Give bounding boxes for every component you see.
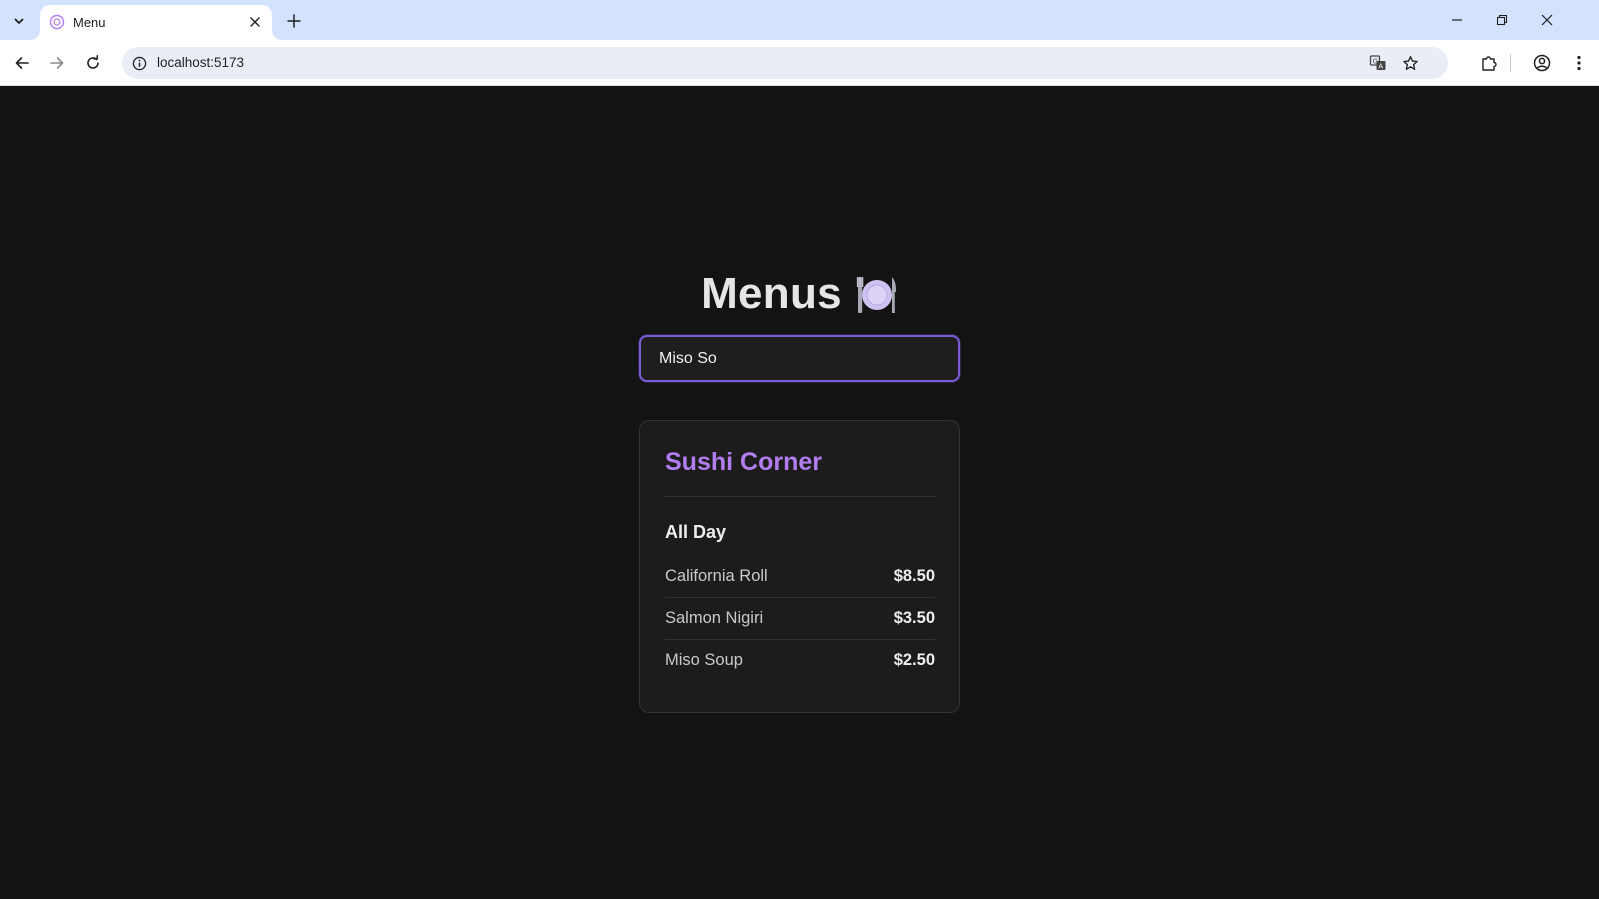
tab-strip: Menu [0,0,1599,40]
search-input[interactable] [639,335,960,382]
menu-item-name: Salmon Nigiri [665,609,764,627]
menu-item: Salmon Nigiri $3.50 [665,598,935,640]
kebab-menu-icon [1577,55,1581,71]
bookmark-button[interactable] [1398,51,1422,75]
browser-tab-active[interactable]: Menu [40,5,272,40]
reload-icon [87,55,99,69]
puzzle-icon [1482,56,1497,71]
minimize-icon [1452,19,1462,21]
svg-text:A: A [1378,63,1383,71]
profile-button[interactable] [1527,48,1557,78]
title-row: Menus [0,269,1599,319]
menu-item: California Roll $8.50 [665,556,935,598]
restore-button[interactable] [1479,0,1525,40]
minimize-button[interactable] [1434,0,1480,40]
page-title: Menus [701,269,842,318]
close-icon [250,17,260,27]
menu-item-price: $3.50 [893,609,935,627]
browser-toolbar: localhost:5173 GA [0,40,1599,86]
translate-icon: GA [1369,55,1386,71]
close-icon [1541,14,1553,26]
favicon-icon [49,14,65,30]
plate-with-cutlery-icon [856,277,896,313]
restaurant-card: Sushi Corner All Day California Roll $8.… [639,420,960,713]
menu-item-name: California Roll [665,567,768,585]
reload-button[interactable] [78,48,108,78]
address-bar[interactable]: localhost:5173 GA [122,47,1448,79]
site-info-button[interactable] [128,52,150,74]
toolbar-separator [1510,54,1511,72]
star-icon [1402,55,1418,70]
plus-icon [287,14,301,28]
url-text: localhost:5173 [157,55,245,70]
back-button[interactable] [7,48,37,78]
profile-icon [1533,54,1551,72]
close-window-button[interactable] [1524,0,1570,40]
forward-button[interactable] [42,48,72,78]
restaurant-name: Sushi Corner [665,448,822,476]
info-icon [132,56,146,70]
card-divider [665,496,935,497]
tab-search-button[interactable] [6,8,32,34]
translate-button[interactable]: GA [1366,51,1390,75]
menu-section-heading: All Day [665,522,727,542]
tab-title: Menu [73,15,106,30]
more-menu-button[interactable] [1564,48,1594,78]
arrow-right-icon [50,57,64,69]
page-content: Menus Sushi Corner All Day California Ro… [0,86,1599,899]
new-tab-button[interactable] [280,7,308,35]
tab-close-button[interactable] [246,13,264,31]
menu-item-price: $2.50 [893,651,935,669]
chevron-down-icon [14,18,24,24]
restore-icon [1496,14,1508,26]
menu-item: Miso Soup $2.50 [665,640,935,682]
extensions-button[interactable] [1474,48,1504,78]
arrow-left-icon [15,57,29,69]
menu-item-name: Miso Soup [665,651,743,669]
menu-item-price: $8.50 [893,567,935,585]
